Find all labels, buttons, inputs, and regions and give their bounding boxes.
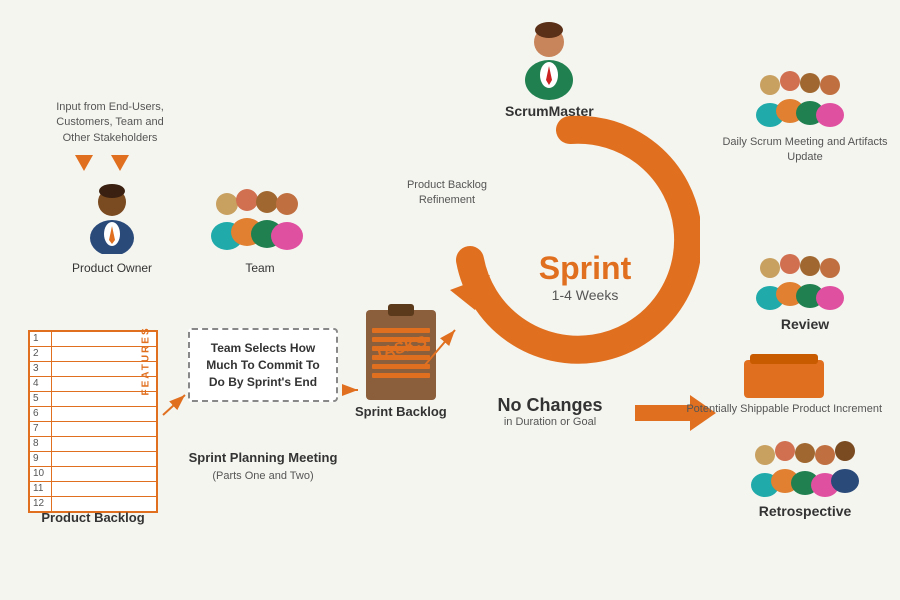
backlog-row-bar [52,452,156,466]
daily-scrum-people-icon [750,65,860,133]
product-brick [744,360,824,398]
clipboard-clip [388,304,414,316]
backlog-row-bar [52,467,156,481]
sprint-duration: 1-4 Weeks [530,287,640,303]
arrow-down-2 [111,155,129,171]
sprint-planning-box: Team Selects How Much To Commit To Do By… [188,328,338,402]
team-icon [205,182,315,254]
retrospective-icon [720,435,890,503]
retrospective-people-icon [750,435,860,503]
no-changes: No Changes in Duration or Goal [470,395,630,428]
backlog-row: 6 [30,407,156,422]
daily-scrum-panel: Daily Scrum Meeting and Artifacts Update [720,65,890,166]
backlog-row: 11 [30,482,156,497]
retrospective-title: Retrospective [720,503,890,519]
arrow-shaft [635,405,690,421]
daily-scrum-label: Daily Scrum Meeting and Artifacts Update [720,135,890,166]
shippable-label: Potentially Shippable Product Increment [686,402,882,417]
backlog-rows: 123456789101112 [30,332,156,511]
product-owner-figure: Product Owner [72,182,152,275]
clipboard-line-6 [372,373,430,378]
backlog-row-bar [52,497,156,511]
scrummaster-icon [513,20,585,100]
backlog-row: 4 [30,377,156,392]
shippable-box: Potentially Shippable Product Increment [686,360,882,417]
review-panel: Review [720,248,890,332]
backlog-row-num: 11 [30,482,52,496]
arrow-down-1 [75,155,93,171]
retrospective-panel: Retrospective [720,435,890,519]
sprint-planning-inner-text: Team Selects How Much To Commit To Do By… [198,340,328,390]
sprint-label: Sprint [530,250,640,287]
product-owner-label: Product Owner [72,261,152,275]
backlog-row: 8 [30,437,156,452]
backlog-row-num: 3 [30,362,52,376]
backlog-row-bar [52,482,156,496]
backlog-row-bar [52,422,156,436]
team-figure: Team [205,182,315,275]
no-changes-sub: in Duration or Goal [470,416,630,428]
sprint-planning-label: Sprint Planning Meeting [188,450,338,465]
backlog-row: 9 [30,452,156,467]
backlog-row: 2 [30,347,156,362]
review-title: Review [720,316,890,332]
backlog-row-bar [52,407,156,421]
scrum-diagram: Input from End-Users, Customers, Team an… [0,0,900,600]
clipboard-body: TASKS [366,310,436,400]
clipboard-line-1 [372,328,430,333]
product-backlog: 123456789101112 FEATURES [28,330,158,513]
clipboard-lines: TASKS [366,310,436,388]
backlog-row-num: 2 [30,347,52,361]
sprint-planning-sub: (Parts One and Two) [188,470,338,482]
backlog-row-num: 12 [30,497,52,511]
team-label: Team [205,261,315,275]
sprint-area: Sprint 1-4 Weeks [440,100,700,400]
backlog-table: 123456789101112 [28,330,158,513]
backlog-row-num: 7 [30,422,52,436]
input-label: Input from End-Users, Customers, Team an… [55,100,165,146]
backlog-row: 5 [30,392,156,407]
backlog-row-num: 1 [30,332,52,346]
clipboard-line-5 [372,364,430,369]
backlog-row-num: 4 [30,377,52,391]
product-backlog-title: Product Backlog [28,510,158,525]
backlog-row: 3 [30,362,156,377]
product-owner-icon [80,182,144,254]
backlog-row-num: 10 [30,467,52,481]
backlog-row-num: 9 [30,452,52,466]
sprint-text: Sprint 1-4 Weeks [530,250,640,303]
review-people-icon [750,248,860,316]
backlog-row: 12 [30,497,156,511]
backlog-row-num: 6 [30,407,52,421]
review-icon [720,248,890,316]
backlog-row-num: 5 [30,392,52,406]
no-changes-main: No Changes [470,395,630,416]
backlog-row: 1 [30,332,156,347]
backlog-row: 10 [30,467,156,482]
daily-scrum-icon [720,65,890,133]
sprint-backlog-label: Sprint Backlog [355,404,447,419]
sprint-backlog: TASKS Sprint Backlog [355,310,447,419]
backlog-row-num: 8 [30,437,52,451]
features-label: FEATURES [141,326,152,395]
backlog-row-bar [52,437,156,451]
backlog-row: 7 [30,422,156,437]
input-arrows [75,155,129,171]
